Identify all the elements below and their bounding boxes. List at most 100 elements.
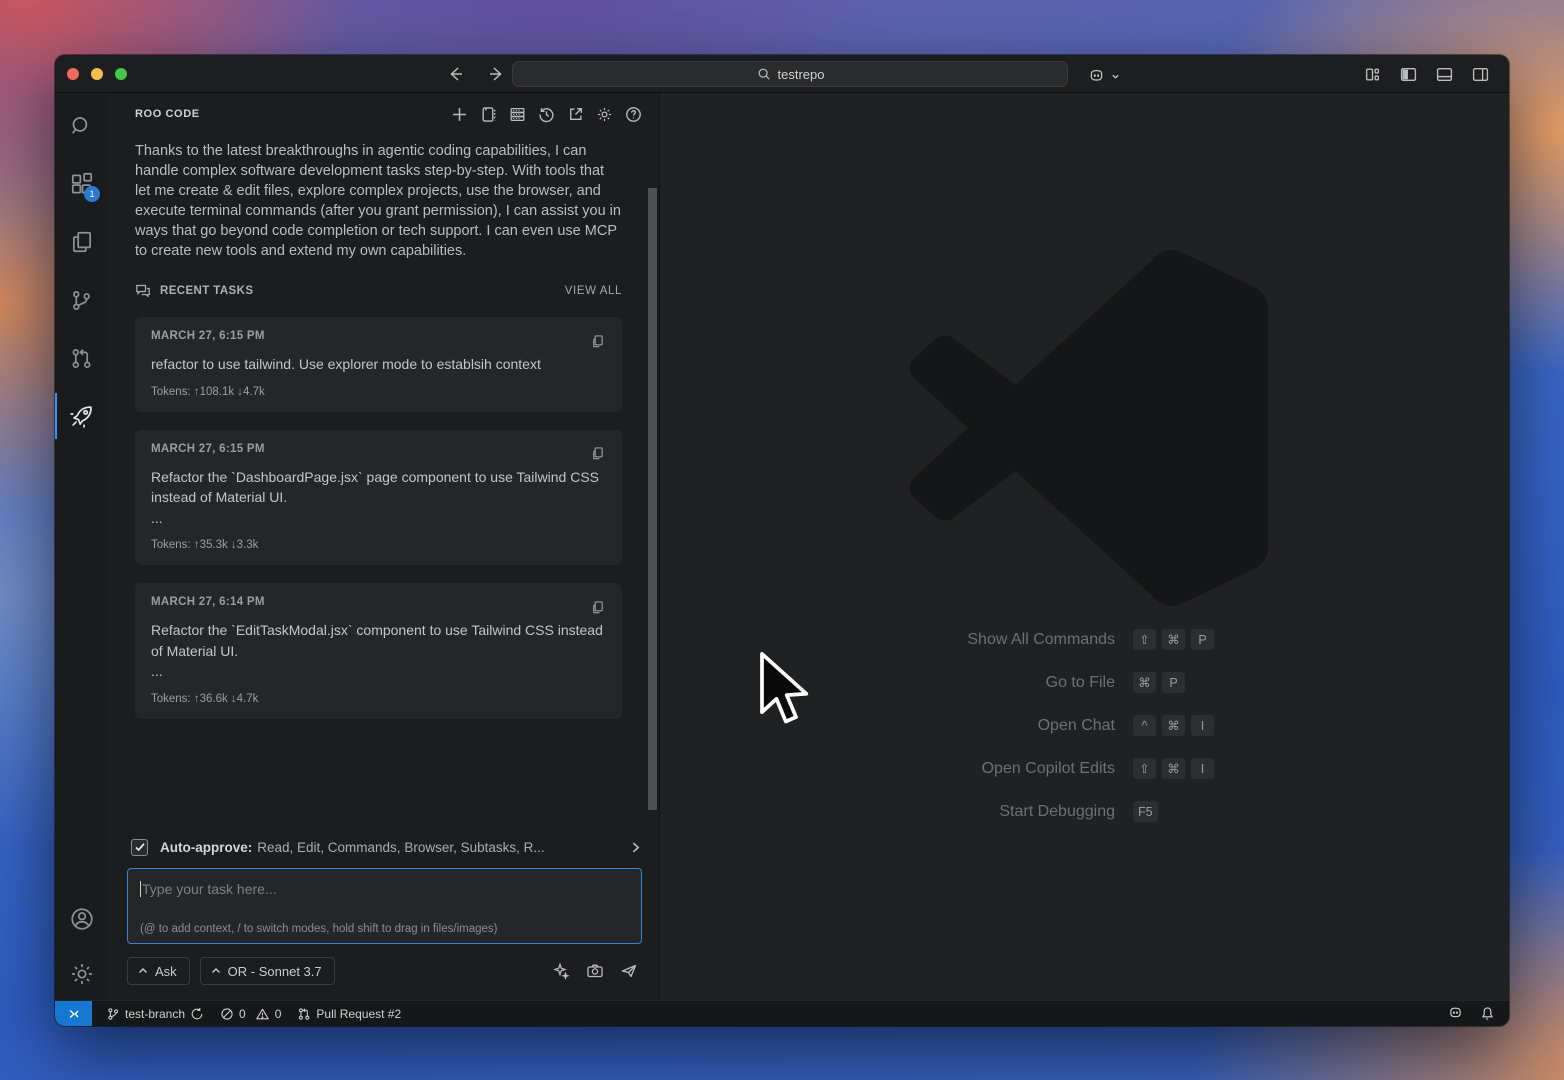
sidebar-item-roo-code[interactable] xyxy=(55,387,108,445)
task-input-placeholder: Type your task here... xyxy=(142,881,277,897)
key-chip: ⌘ xyxy=(1162,758,1185,779)
editor-area: Show All Commands ⇧ ⌘ P Go to File ⌘ P O xyxy=(660,93,1509,1000)
warning-icon xyxy=(255,1007,270,1021)
open-in-editor-icon[interactable] xyxy=(563,102,587,126)
warning-count: 0 xyxy=(275,1007,282,1021)
key-chip: ⇧ xyxy=(1133,629,1156,650)
task-tokens: Tokens: ↑35.3k ↓3.3k xyxy=(151,539,606,551)
key-chip: P xyxy=(1162,672,1185,693)
files-icon xyxy=(69,229,95,255)
sidebar-item-accounts[interactable] xyxy=(55,890,108,948)
shortcut-label: Go to File xyxy=(660,674,1115,692)
task-input-hint: (@ to add context, / to switch modes, ho… xyxy=(140,923,629,935)
navigate-back-icon[interactable] xyxy=(443,61,469,87)
pull-request-status-item[interactable]: Pull Request #2 xyxy=(289,1001,409,1026)
editor-shortcuts: Show All Commands ⇧ ⌘ P Go to File ⌘ P O xyxy=(660,618,1509,833)
search-value: testrepo xyxy=(778,67,825,82)
key-chip: F5 xyxy=(1133,801,1158,822)
titlebar: testrepo xyxy=(55,55,1509,93)
account-icon xyxy=(69,906,95,932)
auto-approve-row[interactable]: Auto-approve: Read, Edit, Commands, Brow… xyxy=(127,832,642,862)
vscode-window: testrepo xyxy=(55,55,1509,1026)
sidebar-item-github-pr[interactable] xyxy=(55,329,108,387)
panel-scrollbar[interactable] xyxy=(648,188,657,810)
command-center-search[interactable]: testrepo xyxy=(512,61,1068,87)
rocket-icon xyxy=(68,403,95,430)
shortcut-label: Open Chat xyxy=(660,717,1115,735)
recent-tasks-label: RECENT TASKS xyxy=(160,285,253,297)
copy-icon[interactable] xyxy=(584,594,610,620)
screenshot-camera-icon[interactable] xyxy=(582,958,608,984)
copilot-icon xyxy=(1083,63,1109,89)
minimize-window-button[interactable] xyxy=(91,68,103,80)
navigate-forward-icon[interactable] xyxy=(483,61,509,87)
sidebar-item-explorer[interactable] xyxy=(55,213,108,271)
send-icon[interactable] xyxy=(616,958,642,984)
chevron-up-icon xyxy=(211,967,221,975)
copy-icon[interactable] xyxy=(584,328,610,354)
history-icon[interactable] xyxy=(534,102,558,126)
branch-status-item[interactable]: test-branch xyxy=(98,1001,212,1026)
notifications-bell-icon[interactable] xyxy=(1472,1006,1509,1021)
sidebar-item-settings[interactable] xyxy=(55,948,108,1000)
sidebar-item-extensions[interactable]: 1 xyxy=(55,155,108,213)
model-selector[interactable]: OR - Sonnet 3.7 xyxy=(200,957,335,985)
auto-approve-value: Read, Edit, Commands, Browser, Subtasks,… xyxy=(257,840,544,855)
customize-layout-icon[interactable] xyxy=(1359,61,1385,87)
welcome-text: Thanks to the latest breakthroughs in ag… xyxy=(135,141,622,261)
key-chip: I xyxy=(1191,758,1214,779)
search-icon xyxy=(69,114,94,139)
task-card[interactable]: MARCH 27, 6:14 PM Refactor the `EditTask… xyxy=(135,583,622,719)
task-text: Refactor the `EditTaskModal.jsx` compone… xyxy=(151,620,606,682)
mode-selector[interactable]: Ask xyxy=(127,957,190,985)
help-icon[interactable] xyxy=(621,102,645,126)
window-controls xyxy=(67,68,127,80)
copilot-status-item[interactable] xyxy=(1439,1005,1472,1022)
remote-indicator[interactable] xyxy=(55,1001,92,1026)
task-tokens: Tokens: ↑108.1k ↓4.7k xyxy=(151,386,606,398)
key-chip: P xyxy=(1191,629,1214,650)
task-tokens: Tokens: ↑36.6k ↓4.7k xyxy=(151,693,606,705)
task-date: MARCH 27, 6:15 PM xyxy=(151,443,606,455)
sync-icon xyxy=(190,1007,204,1021)
mcp-servers-icon[interactable] xyxy=(505,102,529,126)
shortcut-label: Open Copilot Edits xyxy=(660,760,1115,778)
sidebar-item-search[interactable] xyxy=(55,97,108,155)
task-card[interactable]: MARCH 27, 6:15 PM Refactor the `Dashboar… xyxy=(135,430,622,566)
panel-content: Thanks to the latest breakthroughs in ag… xyxy=(108,135,659,832)
git-branch-icon xyxy=(106,1007,120,1021)
close-window-button[interactable] xyxy=(67,68,79,80)
key-chip: ⌘ xyxy=(1162,629,1185,650)
toggle-primary-sidebar-icon[interactable] xyxy=(1395,61,1421,87)
problems-status-item[interactable]: 0 0 xyxy=(212,1001,289,1026)
chevron-right-icon[interactable] xyxy=(629,841,642,854)
activity-bar: 1 xyxy=(55,93,108,1000)
toggle-secondary-sidebar-icon[interactable] xyxy=(1467,61,1493,87)
view-all-button[interactable]: VIEW ALL xyxy=(565,285,622,297)
shortcut-label: Show All Commands xyxy=(660,631,1115,649)
key-chip: ⇧ xyxy=(1133,758,1156,779)
settings-gear-icon[interactable] xyxy=(592,102,616,126)
task-text: Refactor the `DashboardPage.jsx` page co… xyxy=(151,467,606,529)
key-chip: ⌘ xyxy=(1133,672,1156,693)
zoom-window-button[interactable] xyxy=(115,68,127,80)
source-control-icon xyxy=(69,288,94,313)
prompts-icon[interactable] xyxy=(476,102,500,126)
task-card[interactable]: MARCH 27, 6:15 PM refactor to use tailwi… xyxy=(135,317,622,412)
enhance-prompt-icon[interactable] xyxy=(548,958,574,984)
error-count: 0 xyxy=(239,1007,246,1021)
branch-name: test-branch xyxy=(125,1007,185,1021)
gear-icon xyxy=(69,961,95,987)
toggle-panel-icon[interactable] xyxy=(1431,61,1457,87)
copy-icon[interactable] xyxy=(584,441,610,467)
copilot-menu[interactable] xyxy=(1083,63,1120,89)
mode-value: Ask xyxy=(155,964,177,979)
pull-request-icon xyxy=(69,346,94,371)
new-task-icon[interactable] xyxy=(447,102,471,126)
chevron-up-icon xyxy=(138,967,148,975)
key-chip: I xyxy=(1191,715,1214,736)
task-date: MARCH 27, 6:15 PM xyxy=(151,330,606,342)
task-input[interactable]: Type your task here... (@ to add context… xyxy=(127,868,642,944)
sidebar-item-source-control[interactable] xyxy=(55,271,108,329)
auto-approve-checkbox[interactable] xyxy=(131,839,148,856)
